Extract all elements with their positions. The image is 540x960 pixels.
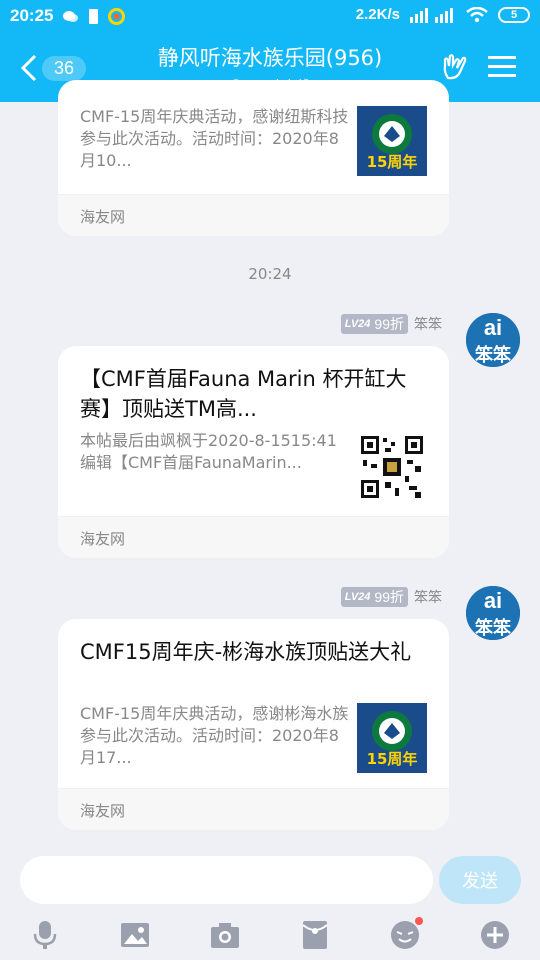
link-card[interactable]: 【CMF首届Fauna Marin 杯开缸大赛】顶贴送TM高... 本帖最后由飒… — [58, 346, 449, 558]
image-button[interactable] — [117, 917, 153, 953]
message-timestamp: 20:24 — [248, 265, 292, 283]
level-badge: LV24 99折 — [340, 587, 408, 607]
network-speed: 2.2K/s — [355, 6, 400, 23]
status-time: 20:25 — [10, 6, 54, 25]
card-thumbnail: 15周年 — [357, 703, 427, 773]
plus-icon — [481, 921, 509, 949]
notification-dot — [415, 917, 423, 925]
avatar[interactable]: ai 笨笨 — [466, 313, 520, 367]
sender-name: 笨笨 — [414, 317, 442, 333]
sender-info: LV24 99折 笨笨 — [340, 587, 442, 607]
wifi-icon — [466, 6, 488, 22]
red-packet-button[interactable] — [297, 917, 333, 953]
avatar-ai: ai — [483, 588, 503, 613]
avatar-ai: ai — [483, 315, 503, 340]
link-card[interactable]: CMF15周年庆-彬海水族顶贴送大礼 CMF-15周年庆典活动，感谢彬海水族参与… — [58, 619, 449, 830]
card-description: CMF-15周年庆典活动，感谢纽斯科技参与此次活动。活动时间：2020年8月10… — [80, 107, 349, 170]
sender-info: LV24 99折 笨笨 — [340, 314, 442, 334]
card-source: 海友网 — [80, 208, 126, 226]
red-packet-icon — [302, 921, 328, 949]
mic-icon — [33, 921, 57, 949]
qr-code-image — [357, 432, 427, 502]
sender-name: 笨笨 — [414, 590, 442, 606]
link-card[interactable]: CMF-15周年庆典活动，感谢纽斯科技参与此次活动。活动时间：2020年8月10… — [58, 80, 449, 236]
message-input[interactable] — [20, 856, 433, 904]
card-thumbnail: 15周年 — [357, 106, 427, 176]
hand-gesture-icon[interactable] — [440, 52, 470, 82]
thumbnail-label: 15周年 — [366, 750, 418, 768]
emoji-button[interactable] — [387, 917, 423, 953]
status-bar: 20:25 2.2K/s 5 — [0, 0, 540, 34]
plus-button[interactable] — [477, 917, 513, 953]
card-title: CMF15周年庆-彬海水族顶贴送大礼 — [80, 640, 412, 664]
wechat-icon — [62, 8, 79, 25]
card-description: 本帖最后由飒枫于2020-8-1515:41编辑【CMF首届FaunaMarin… — [80, 431, 337, 472]
signal-icon — [410, 7, 453, 23]
card-description: CMF-15周年庆典活动，感谢彬海水族参与此次活动。活动时间：2020年8月17… — [80, 704, 349, 767]
image-icon — [121, 923, 149, 947]
mic-button[interactable] — [27, 917, 63, 953]
card-footer: 海友网 — [58, 194, 449, 236]
card-source: 海友网 — [80, 802, 126, 820]
camera-icon — [211, 923, 239, 948]
card-source: 海友网 — [80, 530, 126, 548]
send-button[interactable]: 发送 — [439, 856, 521, 904]
app-icon — [108, 8, 125, 25]
avatar-label: 笨笨 — [475, 618, 511, 639]
card-footer: 海友网 — [58, 788, 449, 830]
level-badge: LV24 99折 — [340, 314, 408, 334]
sim-icon — [85, 8, 102, 25]
camera-button[interactable] — [207, 917, 243, 953]
thumbnail-label: 15周年 — [366, 153, 418, 171]
avatar[interactable]: ai 笨笨 — [466, 586, 520, 640]
battery-icon: 5 — [498, 6, 530, 23]
bottom-toolbar — [0, 912, 540, 960]
menu-icon[interactable] — [488, 54, 516, 80]
card-title: 【CMF首届Fauna Marin 杯开缸大赛】顶贴送TM高... — [80, 367, 407, 421]
input-row: 发送 — [0, 848, 540, 912]
avatar-label: 笨笨 — [475, 345, 511, 366]
card-footer: 海友网 — [58, 516, 449, 558]
